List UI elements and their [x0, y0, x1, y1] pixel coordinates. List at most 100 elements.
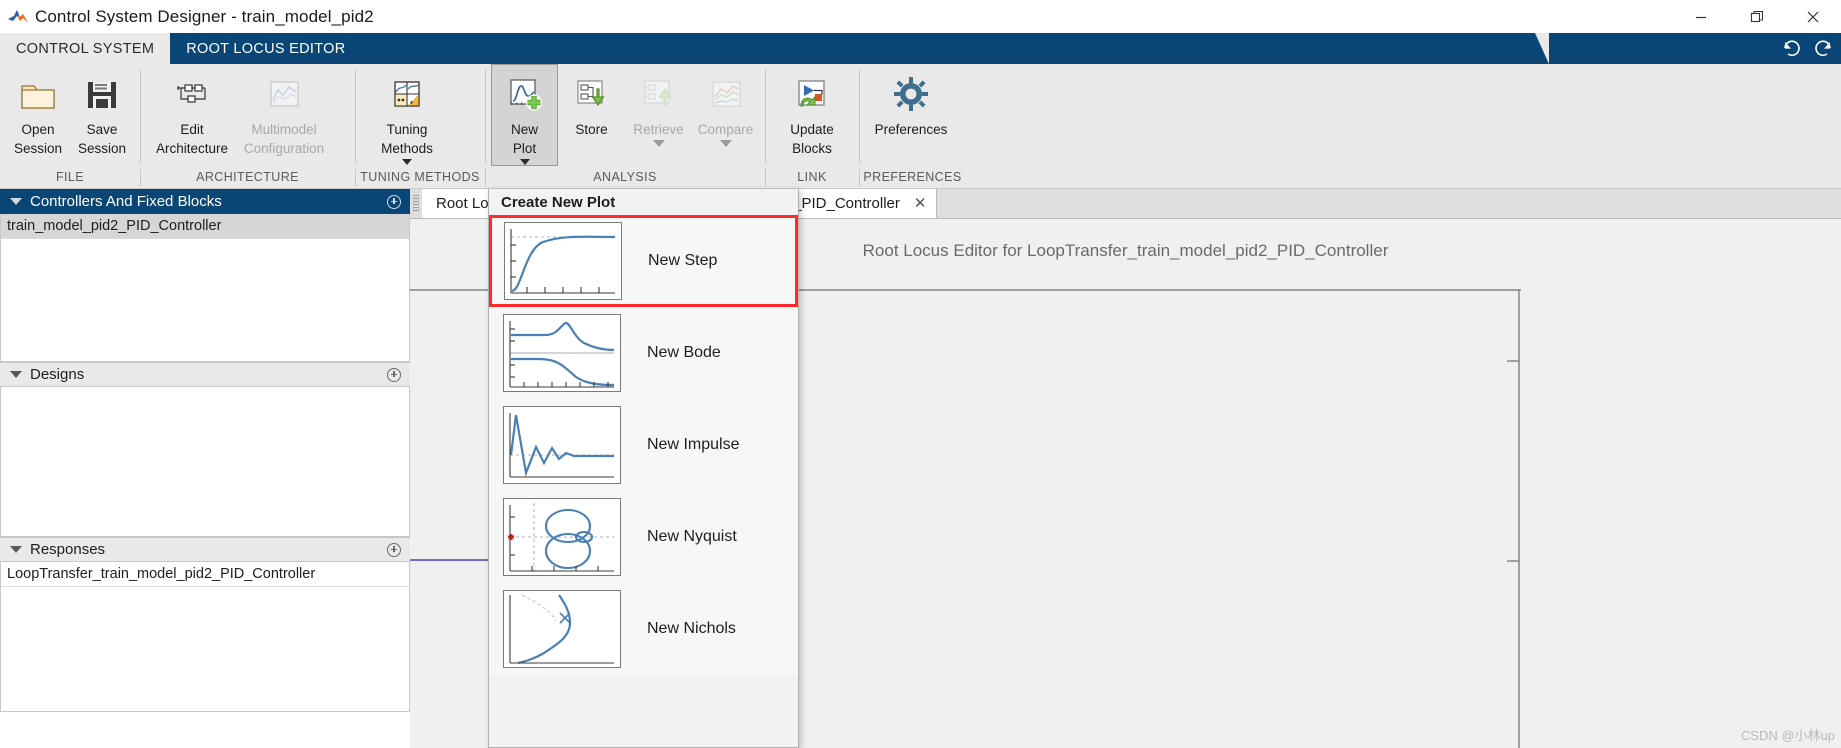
update-blocks-button[interactable]: Update Blocks — [771, 64, 853, 164]
menu-item-new-nichols[interactable]: New Nichols — [489, 583, 798, 675]
tab-control-system-label: CONTROL SYSTEM — [16, 40, 155, 57]
ribbon-group-preferences: Preferences — [859, 64, 966, 167]
ribbon-section-labels: FILE ARCHITECTURE TUNING METHODS ANALYSI… — [0, 167, 1841, 188]
retrieve-button: Retrieve — [625, 64, 692, 164]
panel-body-designs — [0, 387, 410, 537]
menu-item-new-bode-label: New Bode — [647, 344, 721, 361]
menu-item-new-impulse-label: New Impulse — [647, 436, 740, 453]
open-session-label: Open Session — [13, 122, 63, 156]
tab-root-locus-editor[interactable]: ROOT LOCUS EDITOR — [170, 33, 361, 64]
ribbon: Open Session Save Session Edit Architect… — [0, 64, 1841, 189]
ribbon-section-link: LINK — [765, 167, 859, 188]
tuning-methods-label: Tuning Methods — [381, 122, 433, 156]
tuning-methods-icon — [386, 73, 428, 115]
save-disk-icon — [81, 73, 123, 115]
preferences-button[interactable]: Preferences — [865, 64, 957, 164]
panel-header-designs[interactable]: Designs — [0, 362, 410, 387]
retrieve-up-icon — [638, 73, 680, 115]
window-controls — [1673, 0, 1841, 33]
panel-header-controllers-and-fixed-blocks[interactable]: Controllers And Fixed Blocks — [0, 189, 410, 214]
chevron-down-icon[interactable] — [10, 371, 22, 378]
ribbon-buttons-row: Open Session Save Session Edit Architect… — [0, 64, 1841, 167]
menu-item-new-nyquist-label: New Nyquist — [647, 528, 737, 545]
tab-control-system[interactable]: CONTROL SYSTEM — [0, 33, 171, 64]
nyquist-plot-thumb — [503, 498, 621, 576]
multimodel-configuration-button: Multimodel Configuration — [238, 64, 330, 164]
store-button[interactable]: Store — [558, 64, 625, 164]
panel-options-icon[interactable] — [387, 542, 401, 557]
step-response-thumb — [504, 222, 622, 300]
save-session-button[interactable]: Save Session — [70, 64, 134, 164]
panel-title-responses: Responses — [30, 541, 106, 558]
ribbon-group-file: Open Session Save Session — [0, 64, 140, 167]
left-panel: Controllers And Fixed Blocks train_model… — [0, 189, 410, 748]
menu-item-new-nichols-label: New Nichols — [647, 620, 736, 637]
block-diagram-icon — [171, 73, 213, 115]
redo-arrow-icon[interactable] — [1807, 33, 1841, 64]
gear-icon — [890, 73, 932, 115]
bode-plot-thumb — [503, 314, 621, 392]
impulse-response-thumb — [503, 406, 621, 484]
panel-body-responses: LoopTransfer_train_model_pid2_PID_Contro… — [0, 562, 410, 712]
store-down-icon — [571, 73, 613, 115]
panel-title-designs: Designs — [30, 366, 85, 383]
dropdown-title: Create New Plot — [489, 189, 798, 215]
store-label: Store — [575, 122, 608, 137]
chevron-down-icon[interactable] — [10, 546, 22, 553]
ribbon-tab-strip: CONTROL SYSTEM ROOT LOCUS EDITOR — [0, 33, 1841, 64]
tuning-methods-button[interactable]: Tuning Methods — [361, 64, 453, 166]
edit-architecture-button[interactable]: Edit Architecture — [146, 64, 238, 164]
ribbon-group-architecture: Edit Architecture Multimodel Configurati… — [140, 64, 355, 167]
panel-options-icon[interactable] — [387, 367, 401, 382]
ribbon-section-preferences: PREFERENCES — [859, 167, 966, 188]
window-title: Control System Designer - train_model_pi… — [35, 6, 374, 26]
document-tab-gripper[interactable] — [410, 189, 422, 218]
multimodel-plot-icon — [263, 73, 305, 115]
matlab-logo-icon — [7, 6, 29, 28]
open-session-button[interactable]: Open Session — [6, 64, 70, 164]
close-button[interactable] — [1785, 0, 1841, 33]
menu-item-new-step-label: New Step — [648, 252, 718, 269]
retrieve-caret — [626, 140, 691, 147]
new-plot-caret[interactable] — [492, 159, 557, 165]
panel-header-responses[interactable]: Responses — [0, 537, 410, 562]
tuning-methods-caret[interactable] — [362, 159, 452, 165]
undo-arrow-icon[interactable] — [1773, 33, 1807, 64]
panel-options-icon[interactable] — [387, 194, 401, 209]
update-blocks-label: Update Blocks — [790, 122, 834, 156]
tab-root-locus-editor-label: ROOT LOCUS EDITOR — [186, 40, 346, 57]
compare-caret — [693, 140, 758, 147]
watermark: CSDN @小林up — [1740, 728, 1835, 743]
compare-label: Compare — [697, 122, 754, 137]
compare-button: Compare — [692, 64, 759, 164]
new-plot-button[interactable]: New Plot — [491, 64, 558, 166]
minimize-button[interactable] — [1673, 0, 1729, 33]
ribbon-group-link: Update Blocks — [765, 64, 859, 167]
preferences-label: Preferences — [874, 122, 948, 137]
list-item-controller[interactable]: train_model_pid2_PID_Controller — [1, 214, 409, 239]
restore-button[interactable] — [1729, 0, 1785, 33]
new-plot-icon — [504, 73, 546, 115]
chevron-down-icon[interactable] — [10, 198, 22, 205]
menu-item-new-step[interactable]: New Step — [489, 215, 798, 307]
panel-title-controllers-and-fixed-blocks: Controllers And Fixed Blocks — [30, 193, 222, 210]
menu-item-new-impulse[interactable]: New Impulse — [489, 399, 798, 491]
list-item-response[interactable]: LoopTransfer_train_model_pid2_PID_Contro… — [1, 562, 409, 587]
menu-item-new-nyquist[interactable]: New Nyquist — [489, 491, 798, 583]
close-icon[interactable]: ✕ — [914, 196, 927, 211]
save-session-label: Save Session — [77, 122, 127, 156]
ribbon-section-tuning-methods: TUNING METHODS — [355, 167, 485, 188]
retrieve-label: Retrieve — [633, 122, 684, 137]
new-plot-label: New Plot — [510, 122, 538, 156]
list-item-controller-label: train_model_pid2_PID_Controller — [7, 218, 222, 234]
open-folder-icon — [17, 73, 59, 115]
new-plot-dropdown-menu: Create New Plot New Step New Bode New Im… — [488, 189, 799, 748]
quick-access-toolbar — [1773, 33, 1841, 64]
update-blocks-icon — [791, 73, 833, 115]
nichols-chart-thumb — [503, 590, 621, 668]
compare-plot-icon — [705, 73, 747, 115]
ribbon-section-analysis: ANALYSIS — [485, 167, 765, 188]
title-bar: Control System Designer - train_model_pi… — [0, 0, 1841, 33]
tabstrip-corner-notch — [1535, 33, 1549, 64]
menu-item-new-bode[interactable]: New Bode — [489, 307, 798, 399]
